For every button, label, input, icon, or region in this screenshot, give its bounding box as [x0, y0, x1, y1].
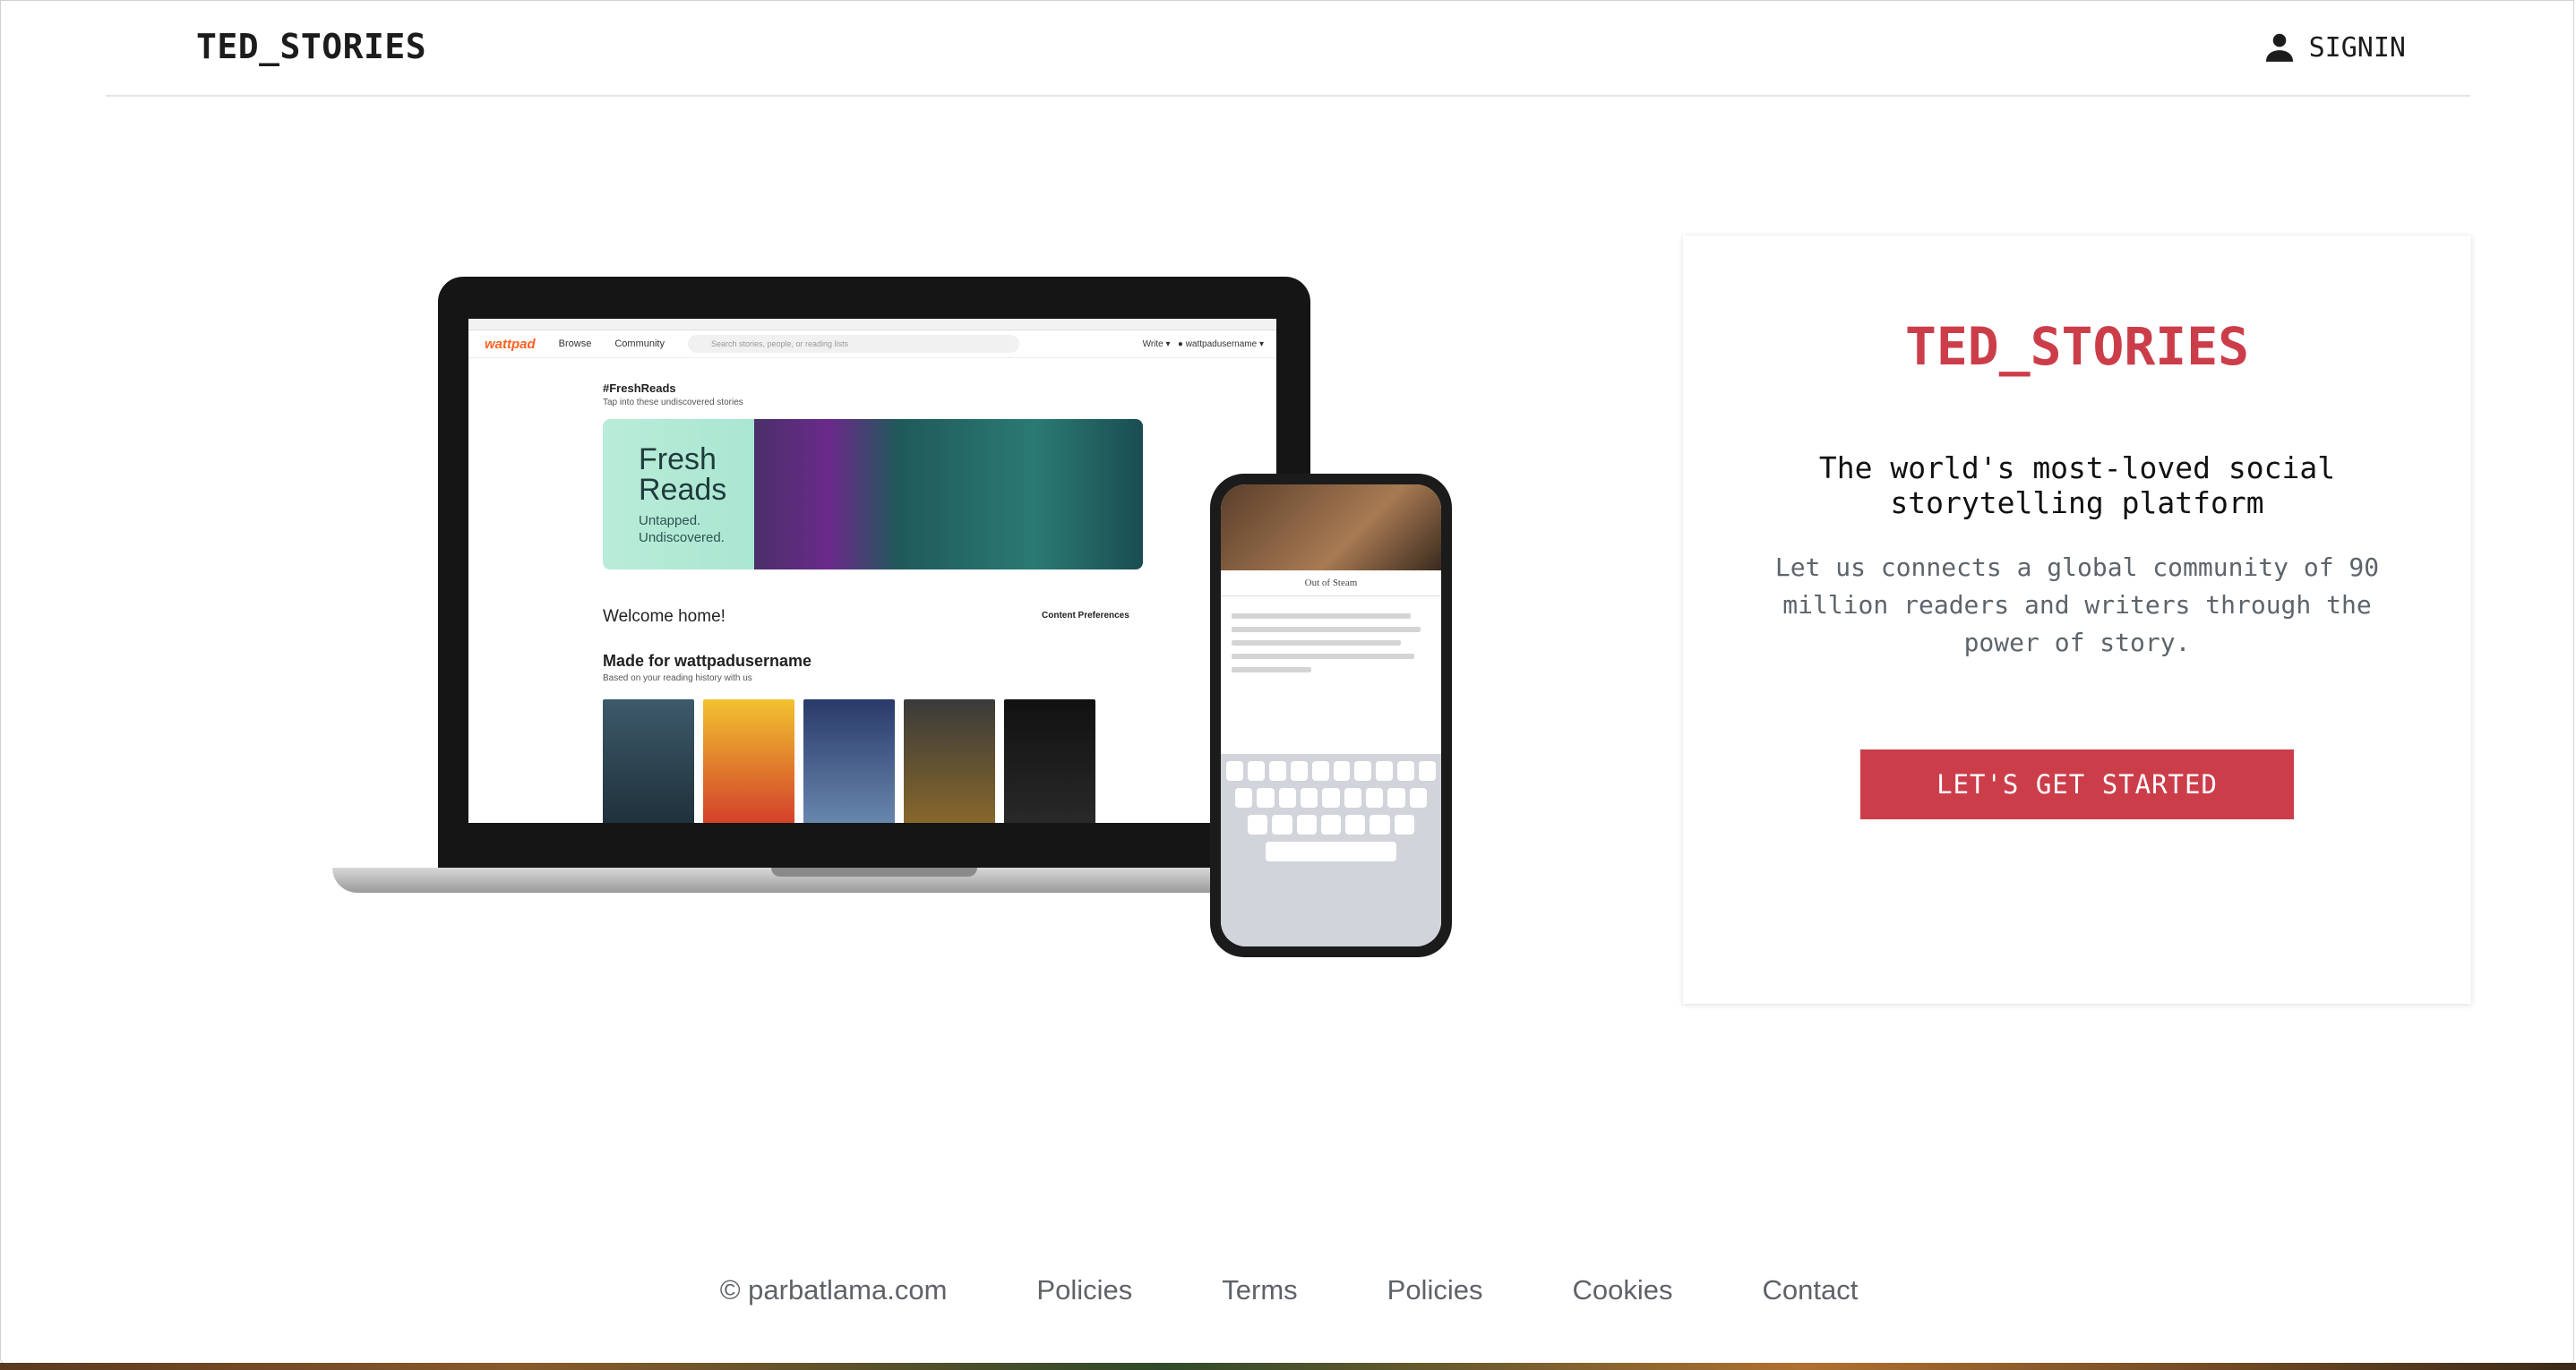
wattpad-search: Search stories, people, or reading lists [687, 335, 1019, 353]
wattpad-nav: wattpad Browse Community Search stories,… [468, 330, 1276, 358]
phone-story-title: Out of Steam [1221, 570, 1441, 596]
footer-link-policies-2[interactable]: Policies [1387, 1274, 1483, 1319]
content-preferences: Content Preferences [1042, 611, 1129, 621]
footer-link-cookies[interactable]: Cookies [1572, 1274, 1672, 1319]
made-for-heading: Made for wattpadusername [603, 652, 812, 670]
phone-text-lines [1221, 596, 1441, 689]
signup-card: TED_STORIES The world's most-loved socia… [1683, 235, 2471, 1004]
site-footer: © parbatlama.com Policies Terms Policies… [1, 1274, 2576, 1319]
hero-devices-image: wattpad Browse Community Search stories,… [332, 270, 1452, 968]
page-frame: TED_STORIES SIGNIN wattpad Browse Commun… [0, 0, 2574, 1366]
footer-copyright: © parbatlama.com [719, 1274, 948, 1306]
book-cover [904, 699, 995, 823]
phone-keyboard [1221, 754, 1441, 946]
footer-link-terms[interactable]: Terms [1222, 1274, 1297, 1319]
laptop-notch [771, 868, 977, 877]
signin-label: SIGNIN [2308, 31, 2406, 64]
book-cover [603, 699, 694, 823]
made-for-sub: Based on your reading history with us [603, 673, 752, 683]
welcome-home: Welcome home! [603, 607, 726, 626]
person-icon [2265, 33, 2293, 62]
mac-menubar [468, 319, 1276, 330]
card-description: Let us connects a global community of 90… [1774, 552, 2380, 657]
book-cover [703, 699, 794, 823]
get-started-button[interactable]: LET'S GET STARTED [1860, 749, 2294, 819]
footer-link-policies[interactable]: Policies [1036, 1274, 1132, 1319]
phone-mockup: Out of Steam [1210, 474, 1452, 957]
wattpad-logo: wattpad [485, 336, 536, 352]
wattpad-community: Community [614, 338, 665, 349]
fresh-reads-banner: Fresh Reads Untapped. Undiscovered. [603, 419, 1143, 569]
book-cover [1004, 699, 1095, 823]
footer-link-contact[interactable]: Contact [1762, 1274, 1858, 1319]
banner-subtitle: Untapped. Undiscovered. [639, 513, 725, 545]
background-strip [0, 1363, 2576, 1370]
wattpad-user: Write ▾ ● wattpadusername ▾ [1142, 338, 1264, 349]
fresh-reads-heading: #FreshReads [603, 381, 676, 395]
phone-screen: Out of Steam [1221, 484, 1441, 946]
phone-photo [1221, 484, 1441, 570]
laptop-display: wattpad Browse Community Search stories,… [468, 319, 1276, 823]
wattpad-browse: Browse [558, 338, 592, 349]
book-row [603, 699, 1095, 823]
site-header: TED_STORIES SIGNIN [106, 1, 2470, 97]
signin-button[interactable]: SIGNIN [2263, 28, 2406, 67]
banner-title: Fresh Reads [639, 442, 727, 507]
card-tagline: The world's most-loved social storytelli… [1818, 450, 2336, 520]
brand-logo[interactable]: TED_STORIES [196, 27, 426, 66]
card-brand-title: TED_STORIES [1904, 316, 2250, 377]
fresh-reads-sub: Tap into these undiscovered stories [603, 398, 743, 407]
book-cover [803, 699, 895, 823]
